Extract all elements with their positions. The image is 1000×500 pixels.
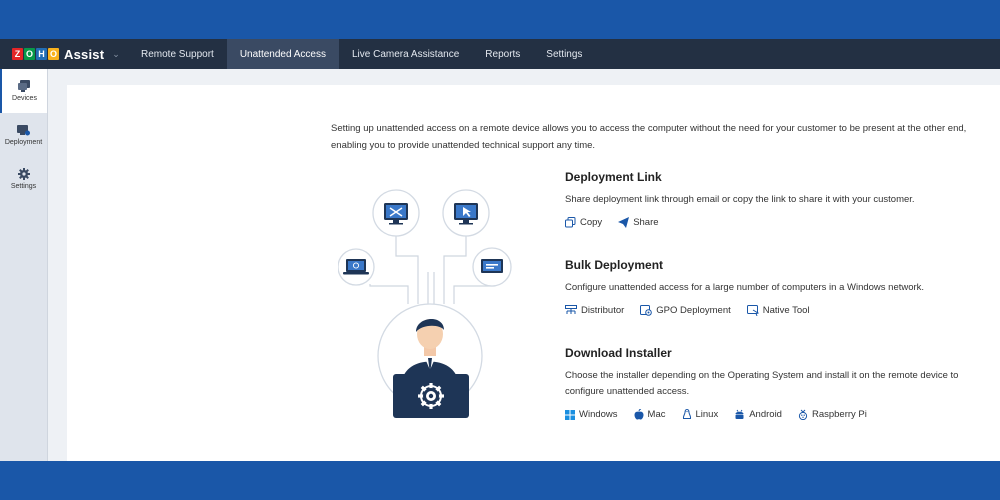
section-description: Share deployment link through email or c… xyxy=(565,194,915,205)
sidebar-item-devices[interactable]: Devices xyxy=(0,69,47,113)
section-description: Choose the installer depending on the Op… xyxy=(565,370,959,397)
tab-unattended-access[interactable]: Unattended Access xyxy=(226,39,339,69)
tab-settings[interactable]: Settings xyxy=(533,39,595,69)
download-android-button[interactable]: Android xyxy=(734,409,782,420)
action-label: Android xyxy=(749,409,782,420)
sidebar-item-label: Devices xyxy=(12,95,37,102)
sidebar-item-deployment[interactable]: Deployment xyxy=(0,113,47,157)
section-title: Bulk Deployment xyxy=(565,258,664,272)
zoho-logo: Z O H O xyxy=(12,48,59,60)
sidebar-item-settings[interactable]: Settings xyxy=(0,157,47,201)
download-installer-section: Download Installer Choose the installer … xyxy=(565,346,995,420)
bottom-band xyxy=(0,461,1000,500)
deployment-icon xyxy=(17,125,30,136)
sidebar: Devices Deployment Settings xyxy=(0,69,48,461)
download-raspberry-pi-button[interactable]: Raspberry Pi xyxy=(798,409,867,420)
logo-letter: Z xyxy=(12,48,23,60)
distributor-icon xyxy=(565,305,577,314)
top-band xyxy=(0,0,1000,39)
unattended-access-illustration xyxy=(338,189,512,418)
send-icon xyxy=(618,217,630,228)
logo-letter: O xyxy=(48,48,59,60)
android-icon xyxy=(735,409,744,419)
download-mac-button[interactable]: Mac xyxy=(634,409,666,420)
bulk-deployment-section: Bulk Deployment Configure unattended acc… xyxy=(565,258,995,316)
copy-icon xyxy=(565,217,576,228)
action-label: Raspberry Pi xyxy=(811,409,867,420)
action-label: Linux xyxy=(695,409,719,420)
section-title: Deployment Link xyxy=(565,170,662,184)
top-navbar: Z O H O Assist ⌄ Remote Support Unattend… xyxy=(0,39,1000,69)
tab-live-camera-assistance[interactable]: Live Camera Assistance xyxy=(339,39,472,69)
action-label: Mac xyxy=(647,409,666,420)
chevron-down-icon[interactable]: ⌄ xyxy=(112,49,120,60)
action-label: GPO Deployment xyxy=(656,305,731,316)
apple-icon xyxy=(634,409,644,420)
action-label: Native Tool xyxy=(762,305,810,316)
brand[interactable]: Z O H O Assist ⌄ xyxy=(0,39,128,69)
intro-text: Setting up unattended access on a remote… xyxy=(331,123,967,151)
download-windows-button[interactable]: Windows xyxy=(565,409,618,420)
sidebar-item-label: Settings xyxy=(10,183,37,190)
sidebar-item-label: Deployment xyxy=(4,139,43,146)
logo-letter: H xyxy=(36,48,47,60)
tab-reports[interactable]: Reports xyxy=(472,39,533,69)
native-tool-icon xyxy=(746,305,759,316)
section-title: Download Installer xyxy=(565,346,672,360)
copy-link-button[interactable]: Copy xyxy=(565,217,602,228)
gpo-deployment-button[interactable]: GPO Deployment xyxy=(640,305,731,316)
gear-icon xyxy=(17,168,30,180)
native-tool-button[interactable]: Native Tool xyxy=(746,305,810,316)
deployment-link-section: Deployment Link Share deployment link th… xyxy=(565,170,995,228)
share-link-button[interactable]: Share xyxy=(618,217,659,228)
gpo-icon xyxy=(640,305,653,316)
devices-icon xyxy=(18,80,30,92)
windows-icon xyxy=(565,409,575,420)
product-name: Assist xyxy=(64,46,105,62)
tab-remote-support[interactable]: Remote Support xyxy=(128,39,227,69)
download-linux-button[interactable]: Linux xyxy=(682,409,719,420)
linux-icon xyxy=(682,409,691,419)
logo-letter: O xyxy=(24,48,35,60)
action-label: Share xyxy=(633,217,659,228)
raspberry-pi-icon xyxy=(798,409,808,420)
action-label: Windows xyxy=(579,409,618,420)
action-label: Distributor xyxy=(581,305,625,316)
action-label: Copy xyxy=(580,217,603,228)
distributor-button[interactable]: Distributor xyxy=(565,305,624,316)
section-description: Configure unattended access for a large … xyxy=(565,282,925,293)
